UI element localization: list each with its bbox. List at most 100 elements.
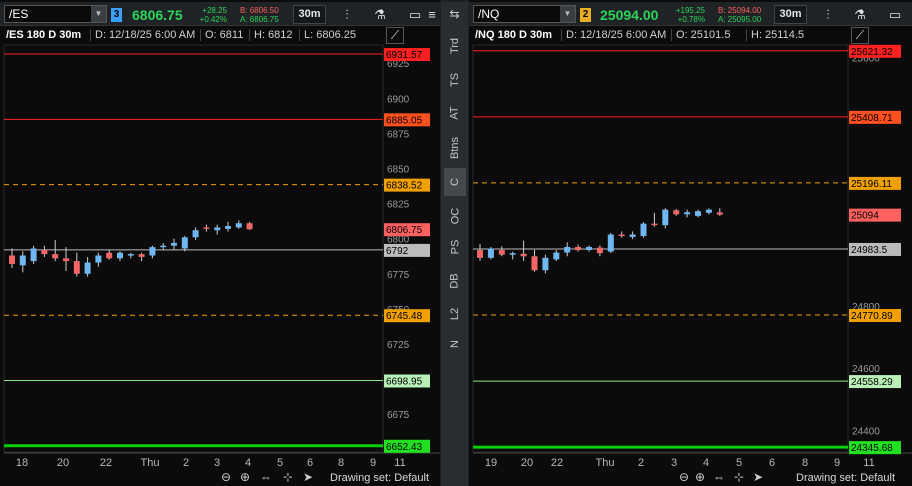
candle-body[interactable]: [509, 253, 516, 255]
level-price-text: 6745.48: [386, 311, 423, 322]
candle-body[interactable]: [63, 258, 69, 262]
candle-body[interactable]: [95, 255, 102, 263]
chart-panel-es: /ES ▼ 3 6806.75 +28.25 +0.42% B: 6806.50…: [0, 0, 440, 486]
price-chart-nq[interactable]: 2560024800246002440025621.3225408.712519…: [469, 0, 912, 486]
sidebar-tab-n[interactable]: N: [444, 330, 466, 358]
candle-body[interactable]: [203, 227, 210, 229]
candle-body[interactable]: [695, 211, 701, 216]
y-tick-label: 6675: [387, 410, 410, 421]
candle-body[interactable]: [41, 249, 48, 255]
zoom-out-icon[interactable]: ⊖: [679, 470, 689, 484]
candle-body[interactable]: [716, 212, 723, 215]
level-price-text: 25196.11: [851, 179, 892, 190]
pan-icon[interactable]: ⇔: [713, 470, 725, 484]
candle-body[interactable]: [127, 254, 134, 256]
level-price-text: 6652.43: [386, 442, 423, 453]
zoom-in-icon[interactable]: ⊕: [695, 470, 705, 484]
sidebar-tab-at[interactable]: AT: [444, 99, 466, 127]
y-tick-label: 6825: [387, 200, 410, 211]
y-tick-label: 6725: [387, 340, 410, 351]
drawing-set-label[interactable]: Drawing set: Default: [330, 472, 429, 484]
candle-body[interactable]: [246, 223, 253, 230]
candle-body[interactable]: [19, 255, 26, 266]
candle-body[interactable]: [640, 223, 647, 237]
sidebar-tab-c[interactable]: C: [444, 168, 466, 196]
gadget-sidebar: ⇆ Trd TS AT Btns C OC PS DB L2 N: [441, 2, 468, 486]
sidebar-tab-label: AT: [449, 106, 461, 120]
candle-body[interactable]: [73, 261, 80, 274]
candle-body[interactable]: [662, 209, 669, 226]
candle-body[interactable]: [531, 256, 538, 271]
candle-body[interactable]: [673, 210, 680, 215]
candle-body[interactable]: [586, 246, 592, 251]
last-price-text: 6806.75: [386, 225, 423, 236]
level-price-text: 6931.57: [386, 50, 423, 61]
candle-body[interactable]: [52, 254, 59, 259]
candle-body[interactable]: [181, 237, 188, 249]
sidebar-tab-label: TS: [449, 72, 461, 88]
crosshair-icon[interactable]: ⊹: [283, 470, 293, 484]
candle-body[interactable]: [684, 212, 691, 215]
candle-body[interactable]: [235, 223, 242, 228]
crosshair-icon[interactable]: ⊹: [734, 470, 744, 484]
candle-body[interactable]: [520, 253, 527, 257]
candle-body[interactable]: [9, 255, 15, 264]
candle-body[interactable]: [564, 246, 571, 253]
sidebar-tab-oc[interactable]: OC: [444, 202, 466, 230]
sidebar-tab-btns[interactable]: Btns: [444, 134, 466, 162]
candle-body[interactable]: [138, 254, 145, 257]
level-price-text: 25408.71: [851, 113, 893, 124]
y-tick-label: 24600: [852, 364, 880, 375]
candle-body[interactable]: [607, 234, 614, 252]
sidebar-tab-ts[interactable]: TS: [444, 66, 466, 94]
drawing-set-label[interactable]: Drawing set: Default: [796, 472, 895, 484]
candle-body[interactable]: [542, 257, 549, 271]
candle-body[interactable]: [84, 262, 91, 274]
plot-area[interactable]: [3, 44, 384, 453]
level-price-text: 6838.52: [386, 181, 423, 192]
y-tick-label: 6775: [387, 270, 410, 281]
level-price-text: 24558.29: [851, 377, 893, 388]
zoom-in-icon[interactable]: ⊕: [240, 470, 250, 484]
candle-body[interactable]: [192, 230, 199, 238]
candle-body[interactable]: [498, 250, 505, 255]
candle-body[interactable]: [651, 223, 658, 226]
cursor-icon[interactable]: ➤: [303, 470, 313, 484]
candle-body[interactable]: [705, 209, 712, 213]
level-price-text: 6792: [386, 246, 409, 257]
level-price-text: 24345.68: [851, 443, 893, 454]
expand-arrows-icon[interactable]: ⇆: [441, 2, 468, 26]
candle-body[interactable]: [477, 250, 483, 258]
candle-body[interactable]: [629, 234, 636, 238]
pan-icon[interactable]: ⇔: [260, 470, 272, 484]
candle-body[interactable]: [618, 234, 625, 237]
candle-body[interactable]: [171, 242, 177, 246]
cursor-icon[interactable]: ➤: [753, 470, 763, 484]
candle-body[interactable]: [160, 245, 167, 248]
sidebar-tab-label: L2: [449, 307, 461, 321]
candle-body[interactable]: [214, 227, 221, 231]
candle-body[interactable]: [225, 226, 231, 229]
sidebar-tab-ps[interactable]: PS: [444, 233, 466, 261]
last-price-text: 25094: [851, 211, 879, 222]
candle-body[interactable]: [553, 252, 560, 260]
candle-body[interactable]: [149, 247, 156, 256]
candle-body[interactable]: [575, 246, 582, 251]
candle-body[interactable]: [30, 248, 37, 262]
level-price-text: 6885.05: [386, 115, 423, 126]
sidebar-tab-label: N: [448, 340, 461, 348]
candle-body[interactable]: [117, 252, 123, 259]
chart-bottom-bar: ⊖ ⊕ ⇔ ⊹ ➤ Drawing set: Default: [469, 468, 912, 486]
sidebar-tab-trd[interactable]: Trd: [444, 32, 466, 60]
candle-body[interactable]: [106, 252, 113, 259]
sidebar-tab-label: OC: [449, 207, 461, 225]
candle-body[interactable]: [487, 248, 494, 258]
sidebar-tab-l2[interactable]: L2: [444, 300, 466, 328]
sidebar-tab-label: PS: [449, 239, 461, 255]
candle-body[interactable]: [596, 247, 603, 254]
sidebar-tab-db[interactable]: DB: [444, 267, 466, 295]
sidebar-tab-label: Trd: [449, 37, 461, 55]
zoom-out-icon[interactable]: ⊖: [221, 470, 231, 484]
price-chart-es[interactable]: 6925690068756850682568006775675067256700…: [0, 0, 440, 486]
level-price-text: 6698.95: [386, 376, 423, 387]
